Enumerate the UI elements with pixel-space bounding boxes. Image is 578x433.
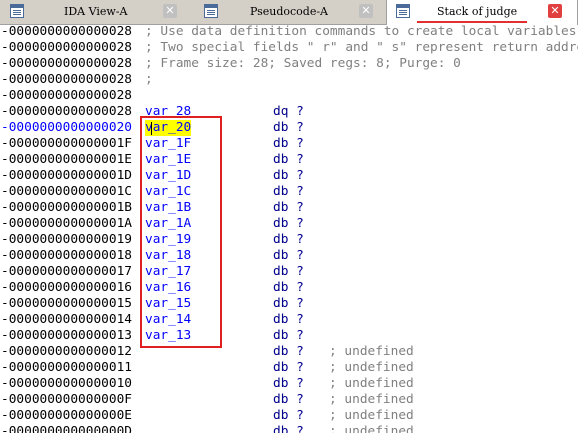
line-address: -0000000000000019 bbox=[1, 232, 132, 247]
line-address: -0000000000000028 bbox=[1, 104, 132, 119]
tab-ida-view-a[interactable]: IDA View-A ✕ bbox=[0, 0, 184, 24]
data-type: db ? bbox=[273, 312, 304, 327]
close-icon[interactable]: ✕ bbox=[359, 4, 373, 18]
listing-line[interactable]: -0000000000000028 var_28 dq ? bbox=[0, 104, 578, 120]
tab-label: Pseudocode-A bbox=[250, 5, 329, 18]
listing-line[interactable]: -0000000000000011 db ? ; undefined bbox=[0, 360, 578, 376]
line-comment: ; undefined bbox=[329, 408, 414, 423]
tab-label: Stack of judge bbox=[437, 5, 518, 18]
line-comment: ; undefined bbox=[329, 424, 414, 433]
line-address: -000000000000001F bbox=[1, 136, 132, 151]
line-address: -000000000000001E bbox=[1, 152, 132, 167]
header-comment: ; Use data definition commands to create… bbox=[145, 24, 577, 39]
line-address: -0000000000000028 bbox=[1, 24, 132, 39]
data-type: db ? bbox=[273, 216, 304, 231]
data-type: db ? bbox=[273, 264, 304, 279]
listing-line[interactable]: -000000000000001E var_1E db ? bbox=[0, 152, 578, 168]
data-type: db ? bbox=[273, 152, 304, 167]
line-address: -0000000000000020 bbox=[1, 120, 132, 135]
line-address: -0000000000000028 bbox=[1, 88, 132, 103]
line-address: -000000000000001A bbox=[1, 216, 132, 231]
line-address: -0000000000000011 bbox=[1, 360, 132, 375]
line-address: -000000000000000E bbox=[1, 408, 132, 423]
line-address: -0000000000000017 bbox=[1, 264, 132, 279]
listing-line[interactable]: -0000000000000010 db ? ; undefined bbox=[0, 376, 578, 392]
line-address: -000000000000000F bbox=[1, 392, 132, 407]
listing-line[interactable]: -0000000000000028 ; Use data definition c… bbox=[0, 24, 578, 40]
listing-line[interactable]: -0000000000000019 var_19 db ? bbox=[0, 232, 578, 248]
listing-line[interactable]: -000000000000001B var_1B db ? bbox=[0, 200, 578, 216]
line-address: -0000000000000013 bbox=[1, 328, 132, 343]
listing-line[interactable]: -0000000000000028 ; Frame size: 28; Saved… bbox=[0, 56, 578, 72]
listing-line[interactable]: -0000000000000028; bbox=[0, 72, 578, 88]
line-address: -0000000000000016 bbox=[1, 280, 132, 295]
listing-line[interactable]: -000000000000001F var_1F db ? bbox=[0, 136, 578, 152]
line-comment: ; undefined bbox=[329, 376, 414, 391]
data-type: db ? bbox=[273, 184, 304, 199]
data-type: db ? bbox=[273, 232, 304, 247]
ida-view-icon bbox=[10, 4, 24, 18]
line-address: -000000000000000D bbox=[1, 424, 132, 433]
header-comment: ; Two special fields " r" and " s" repre… bbox=[145, 40, 578, 55]
line-address: -0000000000000015 bbox=[1, 296, 132, 311]
data-type: db ? bbox=[273, 328, 304, 343]
data-type: dq ? bbox=[273, 104, 304, 119]
tab-pseudocode-a[interactable]: Pseudocode-A ✕ bbox=[195, 0, 385, 24]
line-address: -0000000000000012 bbox=[1, 344, 132, 359]
line-comment: ; undefined bbox=[329, 344, 414, 359]
listing-line[interactable]: -000000000000001D var_1D db ? bbox=[0, 168, 578, 184]
line-address: -000000000000001D bbox=[1, 168, 132, 183]
listing-line[interactable]: -0000000000000015 var_15 db ? bbox=[0, 296, 578, 312]
data-type: db ? bbox=[273, 120, 304, 135]
close-icon[interactable]: ✕ bbox=[548, 4, 562, 18]
listing-line[interactable]: -000000000000001A var_1A db ? bbox=[0, 216, 578, 232]
data-type: db ? bbox=[273, 168, 304, 183]
listing-line[interactable]: -0000000000000017 var_17 db ? bbox=[0, 264, 578, 280]
header-comment: ; bbox=[145, 72, 153, 87]
data-type: db ? bbox=[273, 200, 304, 215]
listing-line[interactable]: -000000000000001C var_1C db ? bbox=[0, 184, 578, 200]
listing-line[interactable]: -0000000000000013 var_13 db ? bbox=[0, 328, 578, 344]
listing-line[interactable]: -0000000000000028 ; Two special fields " … bbox=[0, 40, 578, 56]
listing-line[interactable]: -000000000000000D db ? ; undefined bbox=[0, 424, 578, 433]
data-type: db ? bbox=[273, 280, 304, 295]
close-icon[interactable]: ✕ bbox=[163, 4, 177, 18]
listing-line[interactable]: -0000000000000014 var_14 db ? bbox=[0, 312, 578, 328]
header-comment: ; Frame size: 28; Saved regs: 8; Purge: … bbox=[145, 56, 461, 71]
data-type: db ? bbox=[273, 136, 304, 151]
listing-line[interactable]: -0000000000000018 var_18 db ? bbox=[0, 248, 578, 264]
line-address: -000000000000001B bbox=[1, 200, 132, 215]
line-address: -0000000000000028 bbox=[1, 56, 132, 71]
line-address: -0000000000000014 bbox=[1, 312, 132, 327]
listing-line[interactable]: -0000000000000012 db ? ; undefined bbox=[0, 344, 578, 360]
line-address: -0000000000000010 bbox=[1, 376, 132, 391]
annotation-highlight-box bbox=[140, 116, 222, 348]
line-address: -0000000000000028 bbox=[1, 40, 132, 55]
data-type: db ? bbox=[273, 392, 304, 407]
line-address: -0000000000000028 bbox=[1, 72, 132, 87]
listing-line[interactable]: -0000000000000020 var_20 db ? bbox=[0, 120, 578, 136]
listing-line[interactable]: -0000000000000028 bbox=[0, 88, 578, 104]
line-comment: ; undefined bbox=[329, 360, 414, 375]
pseudocode-icon bbox=[204, 4, 218, 18]
tab-label: IDA View-A bbox=[64, 5, 128, 18]
listing-line[interactable]: -000000000000000F db ? ; undefined bbox=[0, 392, 578, 408]
data-type: db ? bbox=[273, 344, 304, 359]
data-type: db ? bbox=[273, 424, 304, 433]
listing-line[interactable]: -000000000000000E db ? ; undefined bbox=[0, 408, 578, 424]
data-type: db ? bbox=[273, 248, 304, 263]
line-comment: ; undefined bbox=[329, 392, 414, 407]
listing-line[interactable]: -0000000000000016 var_16 db ? bbox=[0, 280, 578, 296]
data-type: db ? bbox=[273, 360, 304, 375]
stack-view-icon bbox=[396, 4, 410, 18]
data-type: db ? bbox=[273, 376, 304, 391]
line-address: -000000000000001C bbox=[1, 184, 132, 199]
line-address: -0000000000000018 bbox=[1, 248, 132, 263]
stack-frame-listing[interactable]: -0000000000000028 ; Use data definition c… bbox=[0, 22, 578, 433]
data-type: db ? bbox=[273, 296, 304, 311]
data-type: db ? bbox=[273, 408, 304, 423]
